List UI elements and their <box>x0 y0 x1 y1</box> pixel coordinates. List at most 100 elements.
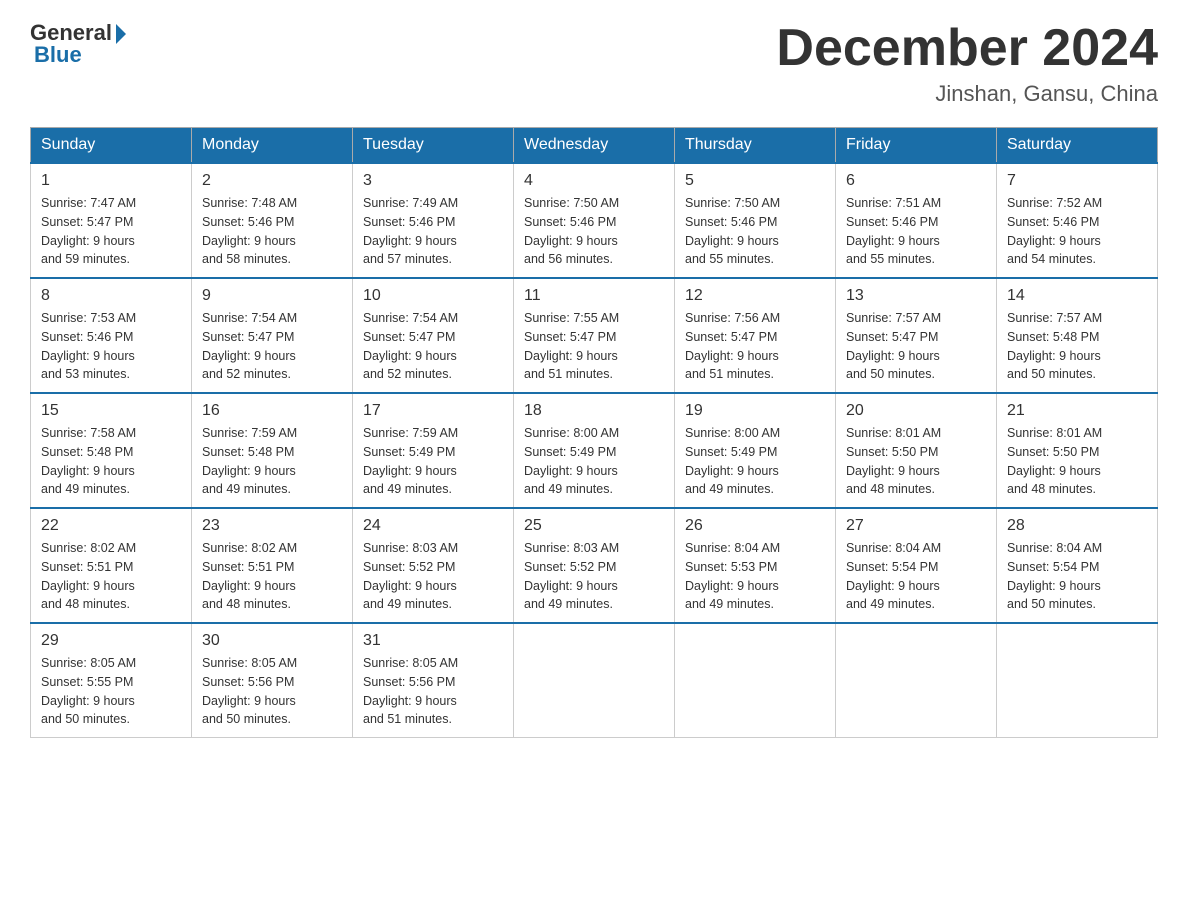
day-info: Sunrise: 8:00 AM Sunset: 5:49 PM Dayligh… <box>524 424 664 499</box>
calendar-cell <box>514 623 675 738</box>
day-info: Sunrise: 7:54 AM Sunset: 5:47 PM Dayligh… <box>363 309 503 384</box>
calendar-cell: 16 Sunrise: 7:59 AM Sunset: 5:48 PM Dayl… <box>192 393 353 508</box>
calendar-cell: 5 Sunrise: 7:50 AM Sunset: 5:46 PM Dayli… <box>675 163 836 278</box>
calendar-cell <box>675 623 836 738</box>
weekday-header-row: SundayMondayTuesdayWednesdayThursdayFrid… <box>31 128 1158 164</box>
calendar-table: SundayMondayTuesdayWednesdayThursdayFrid… <box>30 127 1158 738</box>
calendar-week-row: 15 Sunrise: 7:58 AM Sunset: 5:48 PM Dayl… <box>31 393 1158 508</box>
calendar-cell: 31 Sunrise: 8:05 AM Sunset: 5:56 PM Dayl… <box>353 623 514 738</box>
calendar-cell: 29 Sunrise: 8:05 AM Sunset: 5:55 PM Dayl… <box>31 623 192 738</box>
day-info: Sunrise: 7:53 AM Sunset: 5:46 PM Dayligh… <box>41 309 181 384</box>
day-number: 2 <box>202 172 342 190</box>
calendar-cell: 15 Sunrise: 7:58 AM Sunset: 5:48 PM Dayl… <box>31 393 192 508</box>
calendar-cell: 26 Sunrise: 8:04 AM Sunset: 5:53 PM Dayl… <box>675 508 836 623</box>
calendar-cell: 19 Sunrise: 8:00 AM Sunset: 5:49 PM Dayl… <box>675 393 836 508</box>
day-number: 11 <box>524 287 664 305</box>
day-info: Sunrise: 8:04 AM Sunset: 5:54 PM Dayligh… <box>1007 539 1147 614</box>
weekday-header-monday: Monday <box>192 128 353 164</box>
calendar-cell: 30 Sunrise: 8:05 AM Sunset: 5:56 PM Dayl… <box>192 623 353 738</box>
calendar-cell: 25 Sunrise: 8:03 AM Sunset: 5:52 PM Dayl… <box>514 508 675 623</box>
calendar-week-row: 1 Sunrise: 7:47 AM Sunset: 5:47 PM Dayli… <box>31 163 1158 278</box>
calendar-cell: 18 Sunrise: 8:00 AM Sunset: 5:49 PM Dayl… <box>514 393 675 508</box>
day-number: 4 <box>524 172 664 190</box>
weekday-header-saturday: Saturday <box>997 128 1158 164</box>
day-number: 18 <box>524 402 664 420</box>
weekday-header-wednesday: Wednesday <box>514 128 675 164</box>
title-section: December 2024 Jinshan, Gansu, China <box>776 20 1158 107</box>
day-info: Sunrise: 7:58 AM Sunset: 5:48 PM Dayligh… <box>41 424 181 499</box>
day-number: 14 <box>1007 287 1147 305</box>
day-number: 9 <box>202 287 342 305</box>
calendar-cell: 17 Sunrise: 7:59 AM Sunset: 5:49 PM Dayl… <box>353 393 514 508</box>
calendar-cell: 1 Sunrise: 7:47 AM Sunset: 5:47 PM Dayli… <box>31 163 192 278</box>
calendar-cell: 23 Sunrise: 8:02 AM Sunset: 5:51 PM Dayl… <box>192 508 353 623</box>
day-info: Sunrise: 7:59 AM Sunset: 5:49 PM Dayligh… <box>363 424 503 499</box>
month-title: December 2024 <box>776 20 1158 77</box>
day-info: Sunrise: 7:56 AM Sunset: 5:47 PM Dayligh… <box>685 309 825 384</box>
weekday-header-thursday: Thursday <box>675 128 836 164</box>
calendar-cell: 4 Sunrise: 7:50 AM Sunset: 5:46 PM Dayli… <box>514 163 675 278</box>
day-number: 15 <box>41 402 181 420</box>
weekday-header-tuesday: Tuesday <box>353 128 514 164</box>
day-number: 30 <box>202 632 342 650</box>
calendar-cell: 24 Sunrise: 8:03 AM Sunset: 5:52 PM Dayl… <box>353 508 514 623</box>
day-number: 20 <box>846 402 986 420</box>
calendar-cell: 3 Sunrise: 7:49 AM Sunset: 5:46 PM Dayli… <box>353 163 514 278</box>
calendar-cell: 27 Sunrise: 8:04 AM Sunset: 5:54 PM Dayl… <box>836 508 997 623</box>
day-number: 7 <box>1007 172 1147 190</box>
day-info: Sunrise: 8:00 AM Sunset: 5:49 PM Dayligh… <box>685 424 825 499</box>
day-number: 17 <box>363 402 503 420</box>
day-info: Sunrise: 7:47 AM Sunset: 5:47 PM Dayligh… <box>41 194 181 269</box>
day-number: 16 <box>202 402 342 420</box>
day-info: Sunrise: 8:05 AM Sunset: 5:56 PM Dayligh… <box>202 654 342 729</box>
day-number: 3 <box>363 172 503 190</box>
day-info: Sunrise: 8:03 AM Sunset: 5:52 PM Dayligh… <box>524 539 664 614</box>
day-info: Sunrise: 8:04 AM Sunset: 5:53 PM Dayligh… <box>685 539 825 614</box>
day-info: Sunrise: 7:48 AM Sunset: 5:46 PM Dayligh… <box>202 194 342 269</box>
calendar-cell <box>997 623 1158 738</box>
day-number: 26 <box>685 517 825 535</box>
calendar-cell: 28 Sunrise: 8:04 AM Sunset: 5:54 PM Dayl… <box>997 508 1158 623</box>
day-info: Sunrise: 8:02 AM Sunset: 5:51 PM Dayligh… <box>202 539 342 614</box>
calendar-cell: 6 Sunrise: 7:51 AM Sunset: 5:46 PM Dayli… <box>836 163 997 278</box>
page-header: General Blue December 2024 Jinshan, Gans… <box>30 20 1158 107</box>
day-info: Sunrise: 8:04 AM Sunset: 5:54 PM Dayligh… <box>846 539 986 614</box>
day-info: Sunrise: 7:52 AM Sunset: 5:46 PM Dayligh… <box>1007 194 1147 269</box>
calendar-cell: 12 Sunrise: 7:56 AM Sunset: 5:47 PM Dayl… <box>675 278 836 393</box>
day-info: Sunrise: 8:02 AM Sunset: 5:51 PM Dayligh… <box>41 539 181 614</box>
day-number: 8 <box>41 287 181 305</box>
day-number: 13 <box>846 287 986 305</box>
day-number: 21 <box>1007 402 1147 420</box>
calendar-cell: 14 Sunrise: 7:57 AM Sunset: 5:48 PM Dayl… <box>997 278 1158 393</box>
day-number: 5 <box>685 172 825 190</box>
day-info: Sunrise: 7:50 AM Sunset: 5:46 PM Dayligh… <box>524 194 664 269</box>
day-info: Sunrise: 8:05 AM Sunset: 5:55 PM Dayligh… <box>41 654 181 729</box>
logo: General Blue <box>30 20 126 68</box>
day-info: Sunrise: 8:03 AM Sunset: 5:52 PM Dayligh… <box>363 539 503 614</box>
day-info: Sunrise: 7:49 AM Sunset: 5:46 PM Dayligh… <box>363 194 503 269</box>
day-number: 25 <box>524 517 664 535</box>
day-number: 1 <box>41 172 181 190</box>
day-number: 6 <box>846 172 986 190</box>
day-number: 28 <box>1007 517 1147 535</box>
day-info: Sunrise: 7:59 AM Sunset: 5:48 PM Dayligh… <box>202 424 342 499</box>
day-info: Sunrise: 8:01 AM Sunset: 5:50 PM Dayligh… <box>1007 424 1147 499</box>
calendar-cell: 9 Sunrise: 7:54 AM Sunset: 5:47 PM Dayli… <box>192 278 353 393</box>
calendar-cell: 2 Sunrise: 7:48 AM Sunset: 5:46 PM Dayli… <box>192 163 353 278</box>
day-number: 19 <box>685 402 825 420</box>
day-number: 31 <box>363 632 503 650</box>
calendar-cell: 10 Sunrise: 7:54 AM Sunset: 5:47 PM Dayl… <box>353 278 514 393</box>
day-number: 22 <box>41 517 181 535</box>
day-info: Sunrise: 7:57 AM Sunset: 5:48 PM Dayligh… <box>1007 309 1147 384</box>
weekday-header-friday: Friday <box>836 128 997 164</box>
day-info: Sunrise: 7:54 AM Sunset: 5:47 PM Dayligh… <box>202 309 342 384</box>
location-text: Jinshan, Gansu, China <box>776 81 1158 107</box>
calendar-cell: 7 Sunrise: 7:52 AM Sunset: 5:46 PM Dayli… <box>997 163 1158 278</box>
day-info: Sunrise: 7:55 AM Sunset: 5:47 PM Dayligh… <box>524 309 664 384</box>
day-number: 24 <box>363 517 503 535</box>
logo-blue-text: Blue <box>30 42 82 68</box>
day-info: Sunrise: 7:57 AM Sunset: 5:47 PM Dayligh… <box>846 309 986 384</box>
calendar-cell: 11 Sunrise: 7:55 AM Sunset: 5:47 PM Dayl… <box>514 278 675 393</box>
calendar-cell: 13 Sunrise: 7:57 AM Sunset: 5:47 PM Dayl… <box>836 278 997 393</box>
calendar-week-row: 22 Sunrise: 8:02 AM Sunset: 5:51 PM Dayl… <box>31 508 1158 623</box>
